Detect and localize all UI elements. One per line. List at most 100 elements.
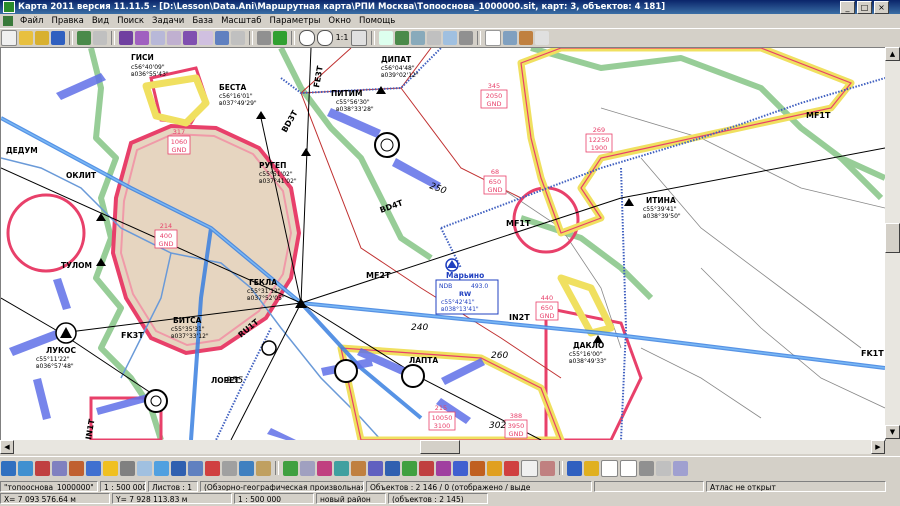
- open-folder-icon[interactable]: [19, 31, 33, 45]
- hscroll-thumb[interactable]: [420, 440, 460, 454]
- wand-icon[interactable]: [257, 31, 271, 45]
- arinc-icon-1[interactable]: [601, 459, 618, 477]
- deselect-icon[interactable]: [199, 31, 213, 45]
- back-icon[interactable]: [395, 31, 409, 45]
- airplane-yellow-icon[interactable]: [584, 460, 599, 476]
- edit-text-icon[interactable]: [503, 31, 517, 45]
- select-line-icon[interactable]: [183, 31, 197, 45]
- tool-icon-28[interactable]: [470, 460, 485, 476]
- vertical-scrollbar[interactable]: ▲ ▼: [885, 47, 900, 439]
- menu-edit[interactable]: Правка: [47, 16, 87, 26]
- menu-file[interactable]: Файл: [16, 16, 47, 26]
- tool-icon-23[interactable]: [385, 460, 400, 476]
- open-map-icon[interactable]: [35, 31, 49, 45]
- zoom-in-icon[interactable]: [299, 30, 315, 46]
- help-pointer-icon[interactable]: [535, 31, 549, 45]
- select-poly-icon[interactable]: [167, 31, 181, 45]
- zoom-out-icon[interactable]: [317, 30, 333, 46]
- menu-params[interactable]: Параметры: [266, 16, 325, 26]
- lightning-icon[interactable]: [273, 31, 287, 45]
- menu-tasks[interactable]: Задачи: [148, 16, 188, 26]
- tool-icon-6[interactable]: [86, 460, 101, 476]
- bottom-toolbar: [0, 456, 900, 479]
- horizontal-scrollbar[interactable]: ◀ ▶: [0, 440, 885, 454]
- print-icon[interactable]: [93, 31, 107, 45]
- main-toolbar: 1:1: [0, 28, 900, 48]
- tool-icon-20[interactable]: [334, 460, 349, 476]
- tool-icon-4[interactable]: [52, 460, 67, 476]
- save-icon[interactable]: [51, 31, 65, 45]
- tool-icon-21[interactable]: [351, 460, 366, 476]
- arinc-icon-2[interactable]: [620, 459, 637, 477]
- tool-icon-2[interactable]: [18, 460, 33, 476]
- menu-view[interactable]: Вид: [88, 16, 113, 26]
- tool-icon-10[interactable]: [154, 460, 169, 476]
- globe-icon[interactable]: [656, 460, 671, 476]
- paint-icon[interactable]: [519, 31, 533, 45]
- svg-text:в036°57'48": в036°57'48": [36, 363, 74, 370]
- minimize-button[interactable]: _: [840, 0, 855, 14]
- tool-icon-15[interactable]: [239, 460, 254, 476]
- scroll-right-icon[interactable]: ▶: [871, 440, 885, 454]
- menu-scale[interactable]: Масштаб: [217, 16, 265, 26]
- zoom-1-1-button[interactable]: 1:1: [335, 31, 349, 45]
- tool-icon-32[interactable]: [540, 460, 555, 476]
- svg-text:с55°42'41": с55°42'41": [441, 299, 475, 306]
- svg-text:в037°41'02": в037°41'02": [259, 178, 297, 185]
- scroll-up-icon[interactable]: ▲: [885, 47, 900, 61]
- tool-icon-9[interactable]: [137, 460, 152, 476]
- menu-base[interactable]: База: [188, 16, 217, 26]
- scroll-down-icon[interactable]: ▼: [885, 425, 900, 439]
- tool-icon-1[interactable]: [1, 460, 16, 476]
- tool-icon-14[interactable]: [222, 460, 237, 476]
- yellow-zone: [517, 48, 855, 237]
- chart-icon[interactable]: [673, 460, 688, 476]
- forward-icon[interactable]: [411, 31, 425, 45]
- wpt-itina: ИТИНА: [646, 196, 676, 205]
- check-icon[interactable]: [379, 31, 393, 45]
- tool-icon-25[interactable]: [419, 460, 434, 476]
- tool-icon-11[interactable]: [171, 460, 186, 476]
- table-icon[interactable]: [459, 31, 473, 45]
- scroll-left-icon[interactable]: ◀: [0, 440, 14, 454]
- map-canvas[interactable]: ГИСИ с56°40'09" в036°55'43" БЕСТА с56°16…: [0, 47, 886, 441]
- text-a-icon[interactable]: [443, 31, 457, 45]
- svg-text:2050: 2050: [486, 92, 503, 100]
- tool-icon-18[interactable]: [300, 460, 315, 476]
- svg-text:в036°55'43": в036°55'43": [131, 71, 169, 78]
- tool-icon-17[interactable]: [283, 460, 298, 476]
- menu-search[interactable]: Поиск: [113, 16, 148, 26]
- zoom-fit-icon[interactable]: [351, 30, 367, 46]
- new-file-icon[interactable]: [1, 30, 17, 46]
- tool-icon-5[interactable]: [69, 460, 84, 476]
- close-button[interactable]: ×: [874, 0, 889, 14]
- tool-icon-22[interactable]: [368, 460, 383, 476]
- list-icon[interactable]: [215, 31, 229, 45]
- tool-icon-13[interactable]: [205, 460, 220, 476]
- layers-icon[interactable]: [77, 31, 91, 45]
- tool-icon-26[interactable]: [436, 460, 451, 476]
- maximize-button[interactable]: □: [857, 0, 872, 14]
- filter-icon[interactable]: [231, 31, 245, 45]
- tool-icon-8[interactable]: [120, 460, 135, 476]
- tool-icon-24[interactable]: [402, 460, 417, 476]
- tool-icon-3[interactable]: [35, 460, 50, 476]
- select-all-icon[interactable]: [151, 31, 165, 45]
- tool-icon-31[interactable]: [521, 459, 538, 477]
- tool-icon-27[interactable]: [453, 460, 468, 476]
- pointer-icon[interactable]: [485, 30, 501, 46]
- select-object-icon[interactable]: [119, 31, 133, 45]
- vscroll-thumb[interactable]: [885, 223, 900, 253]
- settings-icon[interactable]: [639, 460, 654, 476]
- select-area-icon[interactable]: [135, 31, 149, 45]
- menu-help[interactable]: Помощь: [355, 16, 399, 26]
- tool-icon-30[interactable]: [504, 460, 519, 476]
- tool-icon-16[interactable]: [256, 460, 271, 476]
- tool-icon-19[interactable]: [317, 460, 332, 476]
- tool-icon-7[interactable]: [103, 460, 118, 476]
- grid-icon[interactable]: [427, 31, 441, 45]
- tool-icon-12[interactable]: [188, 460, 203, 476]
- tool-icon-29[interactable]: [487, 460, 502, 476]
- airplane-icon[interactable]: [567, 460, 582, 476]
- menu-window[interactable]: Окно: [324, 16, 355, 26]
